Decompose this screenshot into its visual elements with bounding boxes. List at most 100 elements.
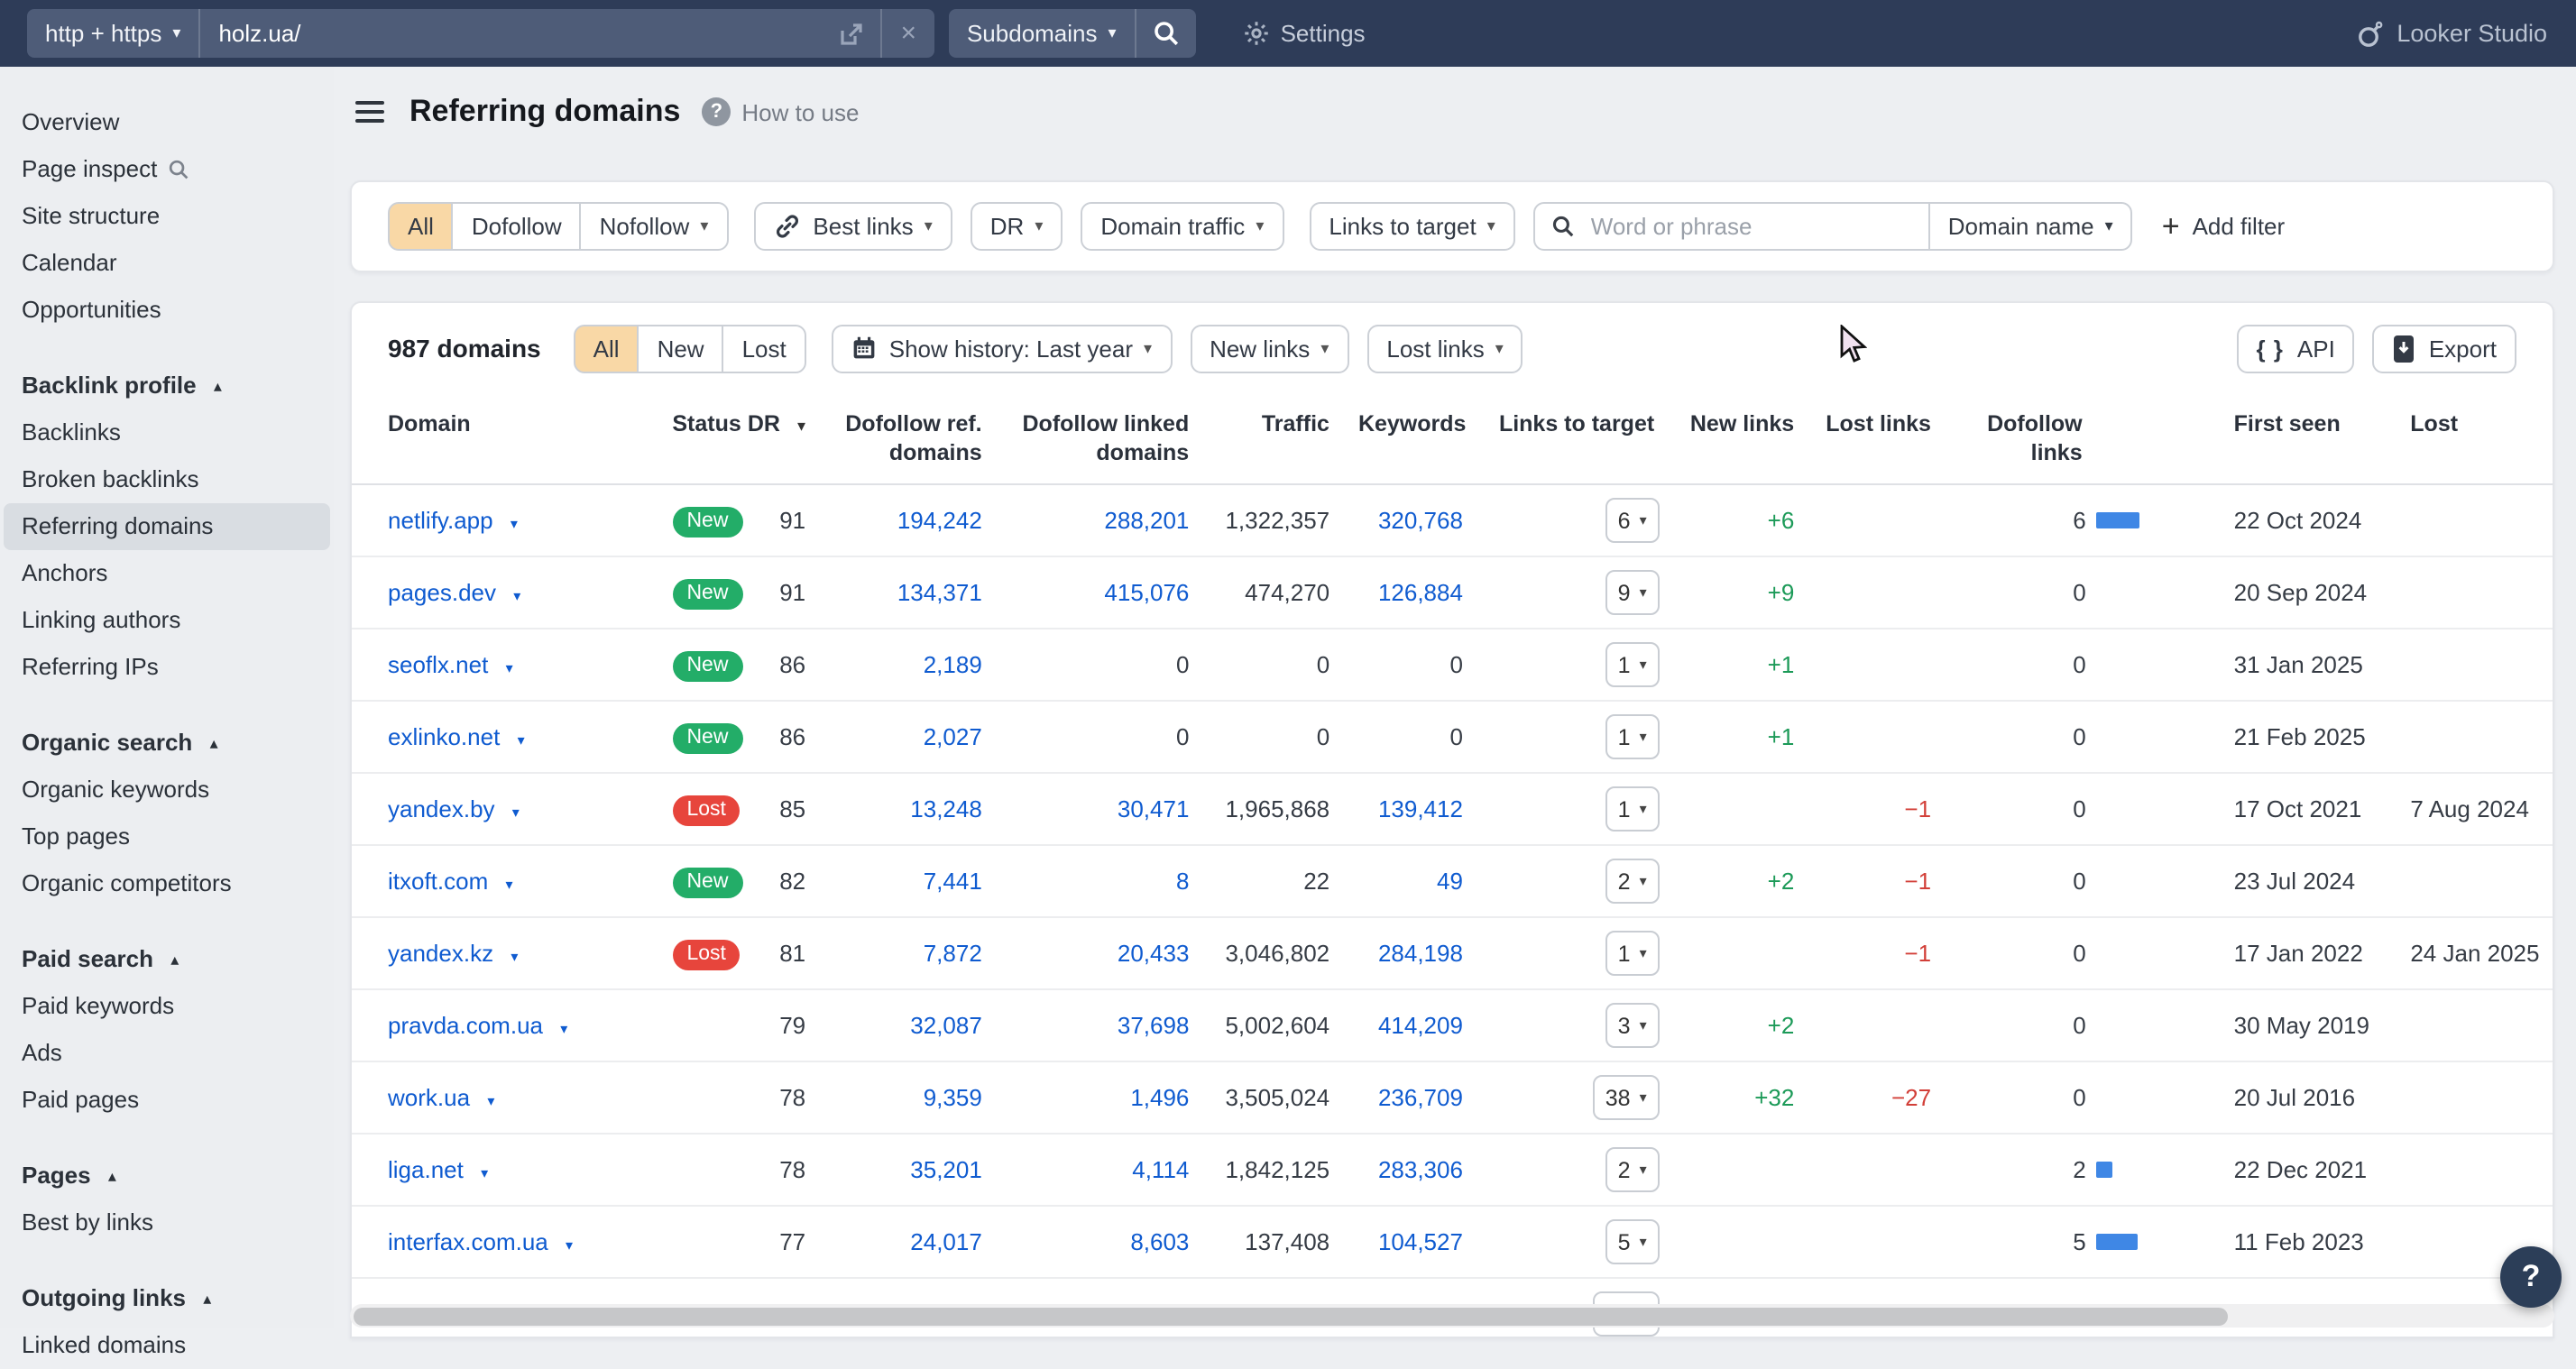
clear-input-icon[interactable]: ×	[882, 18, 934, 49]
domain-link[interactable]: pravda.com.ua ▾	[388, 1012, 567, 1039]
links-to-target-select[interactable]: 2▾	[1605, 859, 1660, 904]
horizontal-scrollbar[interactable]	[350, 1304, 2554, 1328]
sidebar-item-broken-backlinks[interactable]: Broken backlinks	[0, 456, 334, 503]
best-links-filter[interactable]: Best links ▾	[753, 202, 952, 251]
search-input[interactable]	[1587, 211, 1912, 242]
column-header-domain[interactable]: Domain	[352, 393, 639, 455]
sidebar-item-paid-keywords[interactable]: Paid keywords	[0, 983, 334, 1030]
sidebar-item-organic-competitors[interactable]: Organic competitors	[0, 860, 334, 907]
column-header-dofollow-links[interactable]: Dofollow links	[1960, 393, 2176, 483]
sidebar-section-backlink-profile[interactable]: Backlink profile ▴	[0, 363, 334, 409]
column-header-links-to-target[interactable]: Links to target	[1492, 393, 1672, 455]
domain-link[interactable]: work.ua ▾	[388, 1084, 494, 1111]
segment-lost[interactable]: Lost	[722, 324, 806, 372]
column-header-lost-links[interactable]: Lost links	[1823, 393, 1960, 455]
filter-nofollow-tab[interactable]: Nofollow▾	[580, 202, 729, 251]
question-circle-icon[interactable]: ?	[702, 97, 731, 126]
sidebar-item-top-pages[interactable]: Top pages	[0, 813, 334, 860]
sidebar-section-paid-search[interactable]: Paid search ▴	[0, 936, 334, 983]
domain-link[interactable]: netlify.app ▾	[388, 507, 518, 534]
domain-link[interactable]: seoflx.net ▾	[388, 651, 513, 678]
links-to-target-select[interactable]: 3▾	[1605, 1003, 1660, 1048]
sidebar-section-pages[interactable]: Pages ▴	[0, 1153, 334, 1199]
sidebar-item-referring-domains[interactable]: Referring domains	[4, 503, 330, 550]
settings-button[interactable]: Settings	[1243, 20, 1366, 47]
links-to-target-filter[interactable]: Links to target▾	[1309, 202, 1514, 251]
dofollow-links-cell: 0	[1960, 1012, 2176, 1039]
domain-link[interactable]: itxoft.com ▾	[388, 868, 513, 895]
segment-new[interactable]: New	[638, 324, 724, 372]
sidebar-item-organic-keywords[interactable]: Organic keywords	[0, 767, 334, 813]
lost-links-dropdown[interactable]: Lost links▾	[1366, 324, 1523, 372]
links-to-target-select[interactable]: 1▾	[1605, 714, 1660, 759]
sidebar-section-organic-search[interactable]: Organic search ▴	[0, 720, 334, 767]
scrollbar-thumb[interactable]	[354, 1307, 2227, 1325]
search-mode-dropdown[interactable]: Domain name ▾	[1928, 204, 2131, 249]
links-to-target-select[interactable]: 1▾	[1605, 786, 1660, 832]
segment-all[interactable]: All	[574, 324, 639, 372]
domain-link[interactable]: yandex.kz ▾	[388, 940, 518, 967]
domain-link[interactable]: interfax.com.ua ▾	[388, 1228, 573, 1255]
external-link-icon[interactable]	[823, 21, 880, 46]
links-to-target-select[interactable]: 1▾	[1605, 931, 1660, 976]
links-to-target-select[interactable]: 9▾	[1605, 570, 1660, 615]
search-button[interactable]	[1136, 20, 1196, 47]
dr-filter[interactable]: DR▾	[971, 202, 1063, 251]
links-to-target-select[interactable]: 2▾	[1605, 1147, 1660, 1192]
dr-cell: 91	[744, 507, 831, 534]
filter-dofollow-tab[interactable]: Dofollow	[452, 202, 582, 251]
sidebar-item-overview[interactable]: Overview	[0, 99, 334, 146]
mouse-cursor	[1840, 325, 1867, 364]
domain-link[interactable]: exlinko.net ▾	[388, 723, 525, 750]
protocol-dropdown[interactable]: http + https ▾	[27, 9, 198, 58]
looker-studio-brand[interactable]: Looker Studio	[2355, 19, 2547, 48]
sidebar-item-site-structure[interactable]: Site structure	[0, 193, 334, 240]
domain-link[interactable]: yandex.by ▾	[388, 795, 520, 822]
sidebar-item-anchors[interactable]: Anchors	[0, 550, 334, 597]
column-header-lost[interactable]: Lost	[2374, 393, 2553, 455]
links-to-target-select[interactable]: 38▾	[1593, 1075, 1660, 1120]
links-to-target-select[interactable]: 6▾	[1605, 498, 1660, 543]
how-to-use-link[interactable]: How to use	[741, 98, 859, 125]
scope-dropdown[interactable]: Subdomains ▾	[949, 9, 1135, 58]
show-history-dropdown[interactable]: Show history: Last year ▾	[832, 324, 1172, 372]
new-links-dropdown[interactable]: New links▾	[1190, 324, 1348, 372]
sidebar-item-page-inspect[interactable]: Page inspect	[0, 146, 334, 193]
sidebar-item-calendar[interactable]: Calendar	[0, 240, 334, 287]
column-header-new-links[interactable]: New links	[1672, 393, 1824, 455]
sidebar: OverviewPage inspectSite structureCalend…	[0, 67, 334, 1328]
export-button[interactable]: Export	[2373, 324, 2516, 372]
sidebar-item-linking-authors[interactable]: Linking authors	[0, 597, 334, 644]
links-to-target-select[interactable]: 1▾	[1605, 642, 1660, 687]
api-button[interactable]: { } API	[2236, 324, 2354, 372]
sidebar-item-backlinks[interactable]: Backlinks	[0, 409, 334, 456]
add-filter-button[interactable]: + Add filter	[2162, 211, 2286, 242]
column-header-status[interactable]: Status	[639, 393, 744, 455]
dofollow-linked-domains-cell: 20,433	[1011, 940, 1219, 967]
column-header-first-seen[interactable]: First seen	[2176, 393, 2375, 455]
sidebar-item-paid-pages[interactable]: Paid pages	[0, 1077, 334, 1124]
filter-all-tab[interactable]: All	[388, 202, 454, 251]
column-header-dr[interactable]: DR ▾	[744, 393, 831, 455]
domain-traffic-filter[interactable]: Domain traffic▾	[1081, 202, 1283, 251]
chevron-down-icon: ▾	[1640, 946, 1647, 960]
sidebar-item-opportunities[interactable]: Opportunities	[0, 287, 334, 334]
sidebar-item-linked-domains[interactable]: Linked domains	[0, 1322, 334, 1369]
sidebar-item-ads[interactable]: Ads	[0, 1030, 334, 1077]
url-input[interactable]: holz.ua/	[200, 9, 823, 58]
column-header-keywords[interactable]: Keywords	[1358, 393, 1492, 455]
lost-date-cell: 24 Jan 2025	[2374, 940, 2553, 967]
menu-icon[interactable]	[355, 101, 384, 123]
domain-link[interactable]: liga.net ▾	[388, 1156, 488, 1183]
column-header-dofollow-ref-domains[interactable]: Dofollow ref. domains	[831, 393, 1011, 483]
help-button[interactable]: ?	[2500, 1246, 2562, 1308]
domain-link[interactable]: pages.dev ▾	[388, 579, 520, 606]
sidebar-section-outgoing-links[interactable]: Outgoing links ▴	[0, 1275, 334, 1322]
links-to-target-select[interactable]: 5▾	[1605, 1219, 1660, 1264]
chevron-down-icon: ▾	[513, 588, 520, 604]
column-header-dofollow-linked-domains[interactable]: Dofollow linked domains	[1011, 393, 1219, 483]
sidebar-item-referring-ips[interactable]: Referring IPs	[0, 644, 334, 691]
sidebar-item-best-by-links[interactable]: Best by links	[0, 1199, 334, 1246]
dofollow-linked-domains-cell: 0	[1011, 651, 1219, 678]
column-header-traffic[interactable]: Traffic	[1218, 393, 1358, 455]
